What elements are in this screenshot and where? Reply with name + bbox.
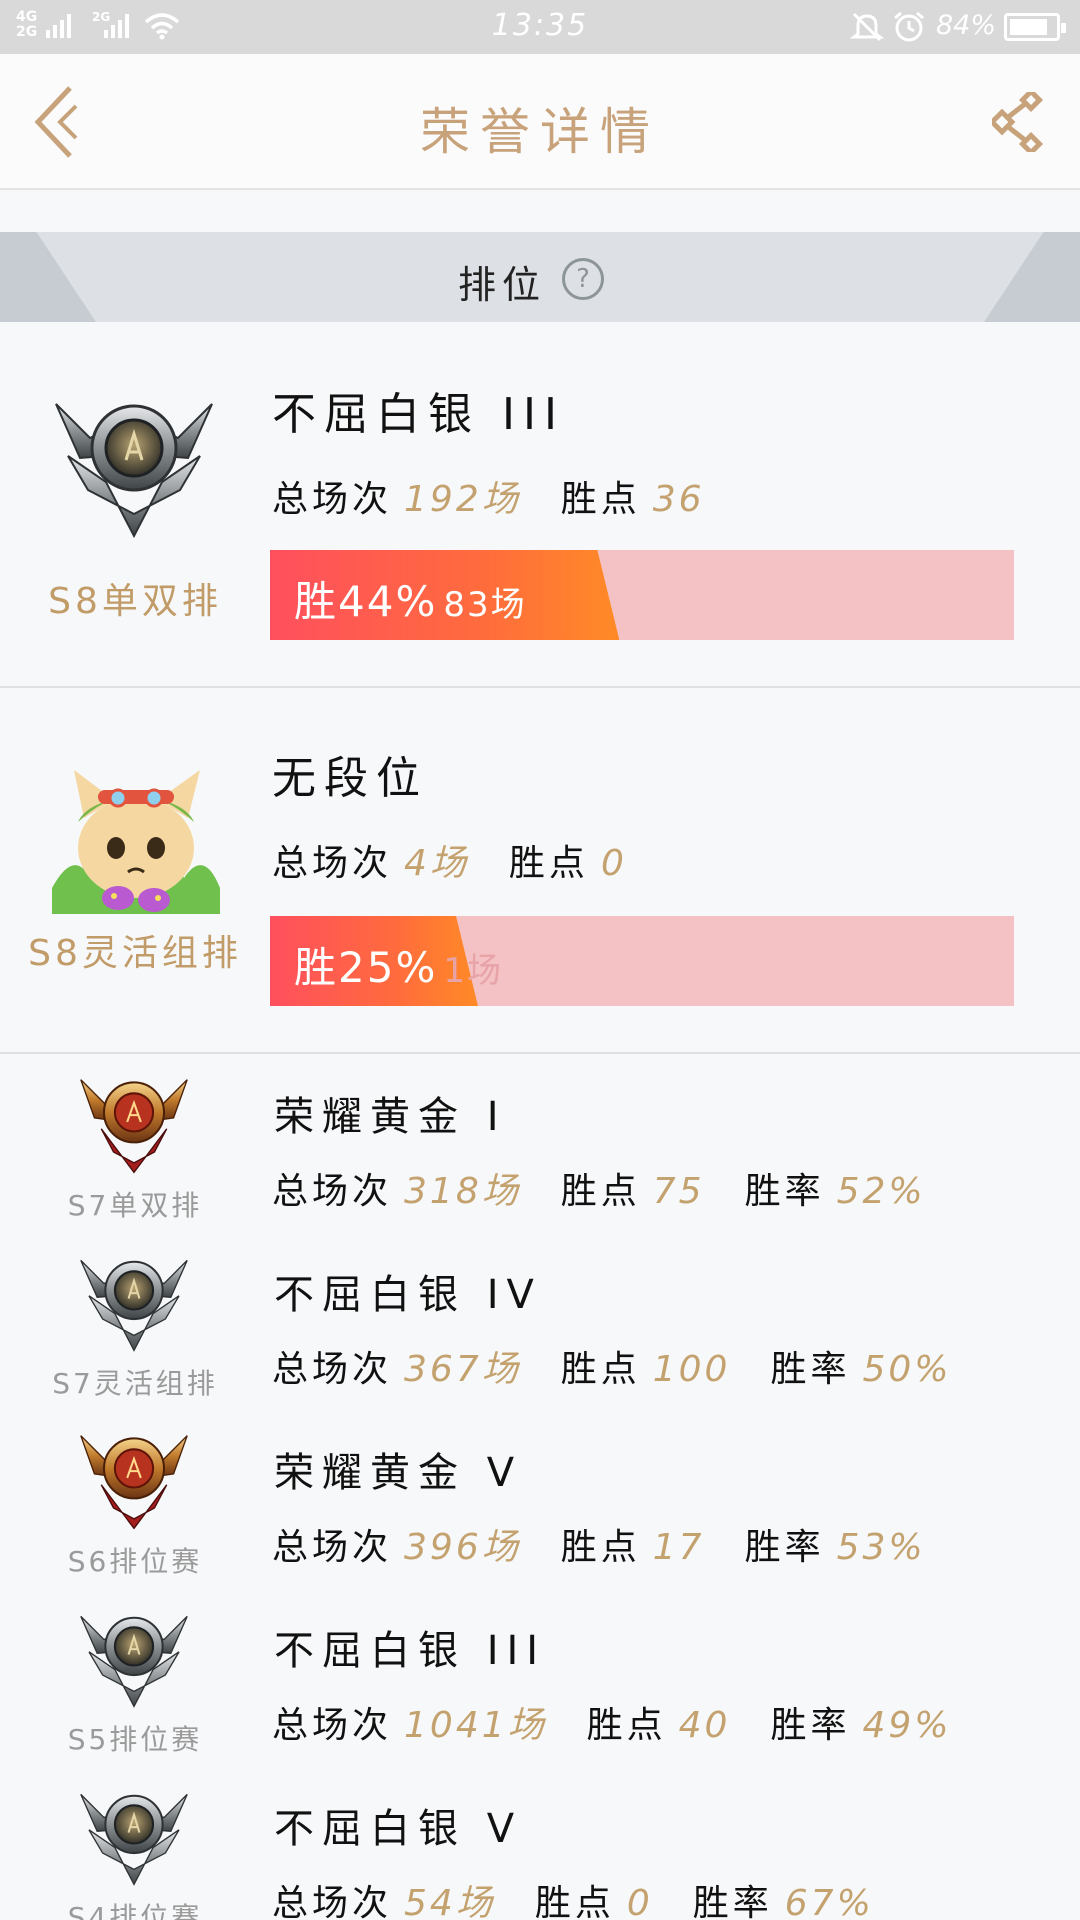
win-rate-text: 胜25% 1场 — [294, 943, 503, 992]
match-stats: 总场次 396场 胜点 17 胜率 53% — [272, 1518, 966, 1570]
section-title: 排位 — [458, 263, 547, 307]
help-icon[interactable]: ? — [562, 258, 604, 300]
season-label: S7灵活组排 — [52, 1367, 218, 1400]
win-rate-bar: 胜44% 83场 — [270, 550, 1014, 640]
total-games-label: 总场次 — [272, 1349, 393, 1390]
match-stats: 总场次 367场 胜点 100 胜率 50% — [272, 1340, 992, 1392]
season-history-row: S6排位赛 荣耀黄金 V 总场次 396场 胜点 17 胜率 53% — [0, 1412, 1080, 1592]
league-points-label: 胜点 — [586, 1705, 667, 1746]
league-points-value: 40 — [678, 1705, 731, 1746]
share-icon[interactable] — [992, 92, 1048, 152]
battery-percent: 84% — [936, 10, 997, 41]
season-history-row: S7灵活组排 不屈白银 IV 总场次 367场 胜点 100 胜率 50% — [0, 1234, 1080, 1414]
league-points-label: 胜点 — [534, 1883, 615, 1920]
rank-name: 无段位 — [272, 753, 428, 804]
rank-name: 不屈白银 III — [272, 389, 565, 440]
silver-tier-emblem — [79, 1259, 189, 1352]
battery-icon — [1004, 13, 1066, 41]
league-points-value: 17 — [652, 1527, 705, 1568]
total-games-value: 318场 — [404, 1171, 521, 1212]
ranked-card-s8-solo: S8单双排 不屈白银 III 总场次 192场 胜点 36 胜44% 83场 — [0, 324, 1080, 688]
rank-name: 荣耀黄金 I — [274, 1094, 507, 1140]
total-games-label: 总场次 — [272, 1705, 393, 1746]
total-games-value: 1041场 — [404, 1705, 547, 1746]
alarm-icon — [894, 11, 924, 42]
match-stats: 总场次 1041场 胜点 40 胜率 49% — [272, 1696, 992, 1748]
rank-name: 荣耀黄金 V — [274, 1450, 523, 1496]
season-label: S8灵活组排 — [28, 933, 242, 974]
win-rate-value: 49% — [862, 1705, 952, 1746]
match-stats: 总场次 192场 胜点 36 — [272, 479, 705, 520]
league-points-value: 100 — [652, 1349, 731, 1390]
silver-tier-emblem — [54, 402, 214, 538]
bell-muted-icon — [850, 12, 884, 42]
page-title: 荣誉详情 — [420, 103, 660, 161]
total-games-value: 367场 — [404, 1349, 521, 1390]
season-history-row: S7单双排 荣耀黄金 I 总场次 318场 胜点 75 胜率 52% — [0, 1056, 1080, 1236]
season-history-row: S5排位赛 不屈白银 III 总场次 1041场 胜点 40 胜率 49% — [0, 1590, 1080, 1770]
win-rate-label: 胜率 — [692, 1883, 773, 1920]
status-bar: 4G 2G 2G 13:35 84% — [0, 0, 1080, 54]
league-points-label: 胜点 — [560, 1527, 641, 1568]
total-games-label: 总场次 — [272, 1527, 393, 1568]
rank-name: 不屈白银 V — [274, 1806, 523, 1852]
gold-tier-emblem — [79, 1434, 189, 1530]
rank-name: 不屈白银 IV — [274, 1272, 542, 1318]
season-label: S5排位赛 — [67, 1723, 203, 1756]
league-points-label: 胜点 — [560, 1171, 641, 1212]
season-history-row: S4排位赛 不屈白银 V 总场次 54场 胜点 0 胜率 67% — [0, 1768, 1080, 1920]
win-rate-label: 胜率 — [744, 1527, 825, 1568]
win-rate-label: 胜率 — [744, 1171, 825, 1212]
league-points-value: 75 — [652, 1171, 705, 1212]
win-rate-value: 50% — [862, 1349, 952, 1390]
win-rate-value: 67% — [784, 1883, 874, 1920]
silver-tier-emblem — [79, 1793, 189, 1886]
total-games-label: 总场次 — [272, 1883, 393, 1920]
win-rate-value: 53% — [836, 1527, 926, 1568]
season-label: S7单双排 — [67, 1189, 203, 1222]
win-rate-bar: 胜25% 1场 — [270, 916, 1014, 1006]
total-games-value: 54场 — [404, 1883, 495, 1920]
ranked-section-header: 排位 — [0, 232, 1080, 322]
silver-tier-emblem — [79, 1615, 189, 1708]
rank-name: 不屈白银 III — [274, 1628, 547, 1674]
ranked-card-s8-flex: S8灵活组排 无段位 总场次 4场 胜点 0 胜25% 1场 — [0, 690, 1080, 1054]
win-rate-value: 52% — [836, 1171, 926, 1212]
win-rate-label: 胜率 — [770, 1705, 851, 1746]
league-points-label: 胜点 — [560, 1349, 641, 1390]
season-label: S6排位赛 — [67, 1545, 203, 1578]
match-stats: 总场次 318场 胜点 75 胜率 52% — [272, 1162, 966, 1214]
win-rate-label: 胜率 — [770, 1349, 851, 1390]
league-points-value: 0 — [626, 1883, 653, 1920]
season-label: S4排位赛 — [67, 1901, 203, 1920]
win-rate-text: 胜44% 83场 — [294, 577, 527, 626]
total-games-label: 总场次 — [272, 1171, 393, 1212]
match-stats: 总场次 4场 胜点 0 — [272, 843, 627, 884]
teemo-avatar — [52, 770, 220, 914]
gold-tier-emblem — [79, 1078, 189, 1174]
season-label: S8单双排 — [48, 581, 222, 622]
app-header: 荣誉详情 — [0, 54, 1080, 190]
total-games-value: 396场 — [404, 1527, 521, 1568]
match-stats: 总场次 54场 胜点 0 胜率 67% — [272, 1874, 914, 1920]
